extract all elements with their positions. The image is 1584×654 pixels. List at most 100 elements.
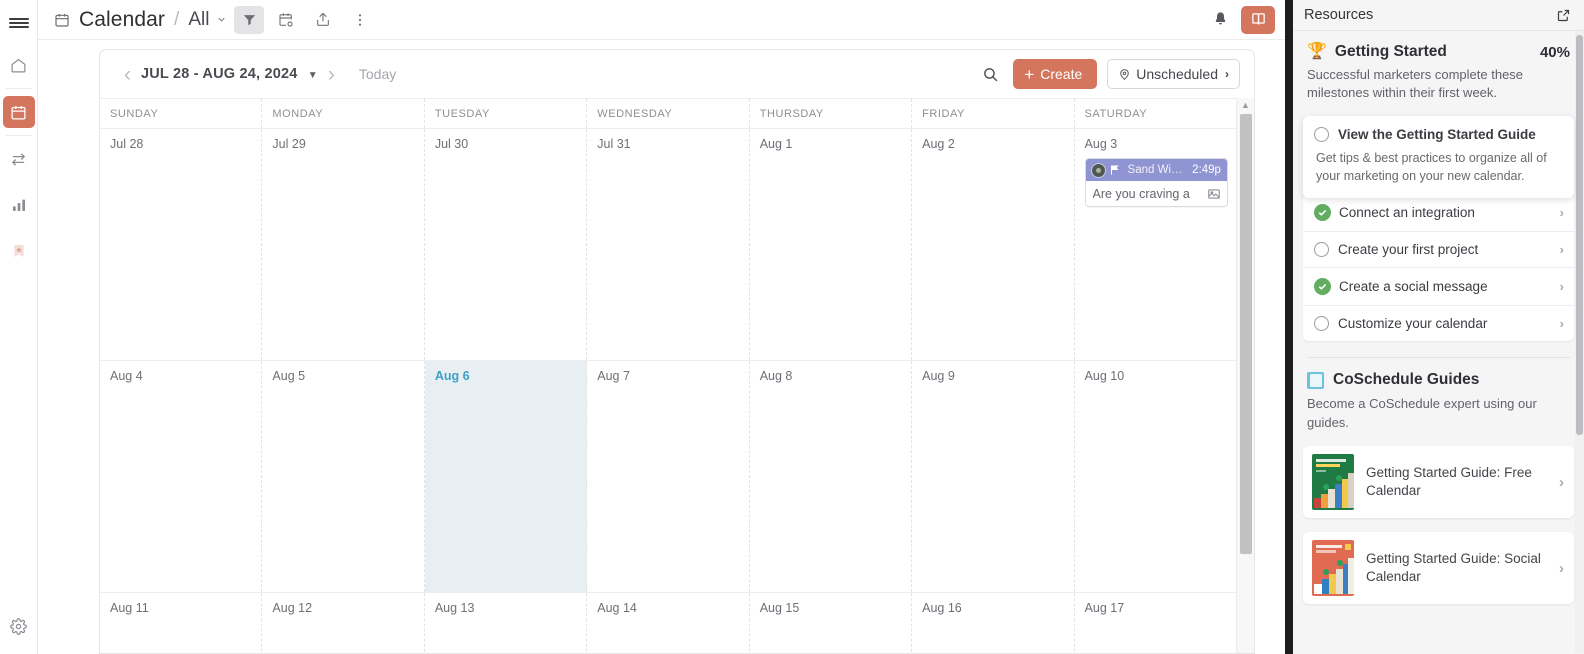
day-cell[interactable]: Aug 9 [912,361,1075,592]
day-cell[interactable]: Aug 8 [750,361,913,592]
day-header-sunday: SUNDAY [100,99,263,128]
book-icon [1251,13,1265,25]
day-cell-today[interactable]: Aug 6 [424,361,588,592]
gear-icon [10,617,27,635]
day-cell[interactable]: Aug 11 [100,593,263,653]
more-options-button[interactable] [345,6,375,34]
sidebar-item-calendar[interactable] [2,96,35,128]
day-cell[interactable]: Aug 12 [262,593,425,653]
sidebar-item-home[interactable] [3,49,35,81]
scroll-up-arrow-icon[interactable]: ▲ [1237,98,1254,112]
day-cell[interactable]: Aug 2 [912,129,1075,360]
book-icon [1307,371,1324,389]
calendar-vertical-scrollbar[interactable]: ▲ [1236,98,1254,653]
day-cell[interactable]: Aug 10 [1075,361,1236,592]
scrollbar-thumb[interactable] [1576,35,1583,435]
day-cell[interactable]: Jul 30 [425,129,588,360]
filter-button[interactable] [234,5,265,34]
day-header-tuesday: TUESDAY [425,99,588,128]
date-range-selector[interactable]: JUL 28 - AUG 24, 2024 ▼ [141,66,318,82]
day-cell[interactable]: Aug 4 [100,361,263,592]
app-root: Calendar / All ‹ JUL 28 - AUG 24, 2024 ▼… [0,0,1584,654]
scrollbar-thumb[interactable] [1240,114,1252,554]
today-button[interactable]: Today [359,66,396,82]
external-link-icon[interactable] [1556,8,1571,23]
share-button[interactable] [308,6,338,34]
rail-divider [5,135,32,136]
day-cell[interactable]: Aug 1 [750,129,913,360]
check-circle-icon [1314,204,1331,222]
day-cell[interactable]: Jul 29 [262,129,425,360]
calendar-week-row: Aug 11 Aug 12 Aug 13 Aug 14 Aug 15 Aug 1… [100,592,1236,653]
day-number: Aug 6 [434,369,470,383]
resources-vertical-scrollbar[interactable] [1575,31,1584,653]
day-cell[interactable]: Aug 7 [587,361,750,592]
chevron-right-icon: › [1559,316,1564,332]
chevron-down-icon[interactable] [216,14,227,25]
calendar-grid-scroll: SUNDAY MONDAY TUESDAY WEDNESDAY THURSDAY… [100,98,1254,653]
calendar-settings-button[interactable] [271,6,301,34]
day-number: Aug 8 [759,369,793,383]
user-avatar-icon [1090,162,1106,178]
prev-period-button[interactable]: ‹ [114,64,141,85]
day-cell[interactable]: Aug 15 [750,593,913,653]
guide-card-social-calendar[interactable]: Getting Started Guide: Social Calendar › [1303,532,1574,605]
calendar-wrapper: ‹ JUL 28 - AUG 24, 2024 ▼ › Today + Crea… [38,40,1285,654]
unscheduled-button[interactable]: Unscheduled › [1107,59,1240,89]
sidebar-item-analytics[interactable] [3,189,35,221]
calendar-icon [54,12,70,28]
guide-cover-social-calendar-icon [1312,540,1354,597]
calendar-week-row: Jul 28 Jul 29 Jul 30 Jul 31 Aug 1 Aug 2 … [100,128,1236,360]
chevron-right-icon: › [1559,205,1564,221]
day-cell[interactable]: Aug 13 [425,593,588,653]
day-cell[interactable]: Jul 31 [587,129,750,360]
breadcrumb-separator: / [174,8,180,30]
coschedule-guides-header: CoSchedule Guides [1303,358,1574,389]
day-cell[interactable]: Aug 17 [1075,593,1236,653]
checklist-item-customize-calendar[interactable]: Customize your calendar › [1303,305,1574,341]
checklist-item-label: View the Getting Started Guide [1338,126,1536,142]
hamburger-menu-icon[interactable] [0,4,38,42]
day-number: Aug 11 [110,601,149,615]
day-cell[interactable]: Aug 16 [912,593,1075,653]
image-icon [1207,187,1221,201]
resources-toggle-button[interactable] [1241,5,1275,34]
sidebar-item-bookmarks[interactable] [3,235,35,267]
pin-icon [1118,68,1131,81]
plus-icon: + [1024,64,1035,84]
chevron-right-icon: › [1225,67,1229,81]
event-body-text: Are you craving a [1092,186,1190,201]
sidebar-item-settings[interactable] [3,610,35,642]
calendar-event-card[interactable]: Sand Wi… 2:49p Are you craving a [1084,158,1228,207]
check-circle-icon [1314,278,1331,296]
calendar-toolbar-actions: + Create Unscheduled › [982,50,1240,98]
checklist-item-connect-integration[interactable]: Connect an integration › [1303,194,1574,231]
day-cell[interactable]: Aug 14 [587,593,750,653]
day-header-monday: MONDAY [262,99,425,128]
day-cell[interactable]: Aug 5 [262,361,425,592]
event-time: 2:49p [1192,164,1221,176]
getting-started-description: Successful marketers complete these mile… [1307,67,1524,101]
unscheduled-button-label: Unscheduled [1136,66,1218,82]
day-cell[interactable]: Jul 28 [100,129,263,360]
create-button-label: Create [1040,66,1083,82]
sidebar-item-workflow[interactable] [3,143,35,175]
top-bar: Calendar / All [38,0,1285,40]
chevron-right-icon: › [1559,279,1564,295]
coschedule-guides-description: Become a CoSchedule expert using our gui… [1307,396,1537,430]
checklist-item-create-social-message[interactable]: Create a social message › [1303,267,1574,305]
create-button[interactable]: + Create [1013,59,1098,89]
search-button[interactable] [982,66,999,83]
guide-card-free-calendar[interactable]: Getting Started Guide: Free Calendar › [1303,446,1574,519]
checklist-item-label: Create a social message [1339,279,1488,295]
date-range-label: JUL 28 - AUG 24, 2024 [141,66,298,82]
next-period-button[interactable]: › [318,64,345,85]
search-icon [984,67,998,81]
checklist-item-create-project[interactable]: Create your first project › [1303,231,1574,267]
calendar-scope-label[interactable]: All [188,9,209,31]
checklist-item-view-guide[interactable]: View the Getting Started Guide Get tips … [1303,115,1574,199]
guide-thumbnail [1312,454,1354,511]
getting-started-header: 🏆 Getting Started 40% [1303,31,1574,61]
notifications-button[interactable] [1212,11,1229,28]
day-cell[interactable]: Aug 3 Sand Wi… 2:49p Are you craving a [1075,129,1236,360]
